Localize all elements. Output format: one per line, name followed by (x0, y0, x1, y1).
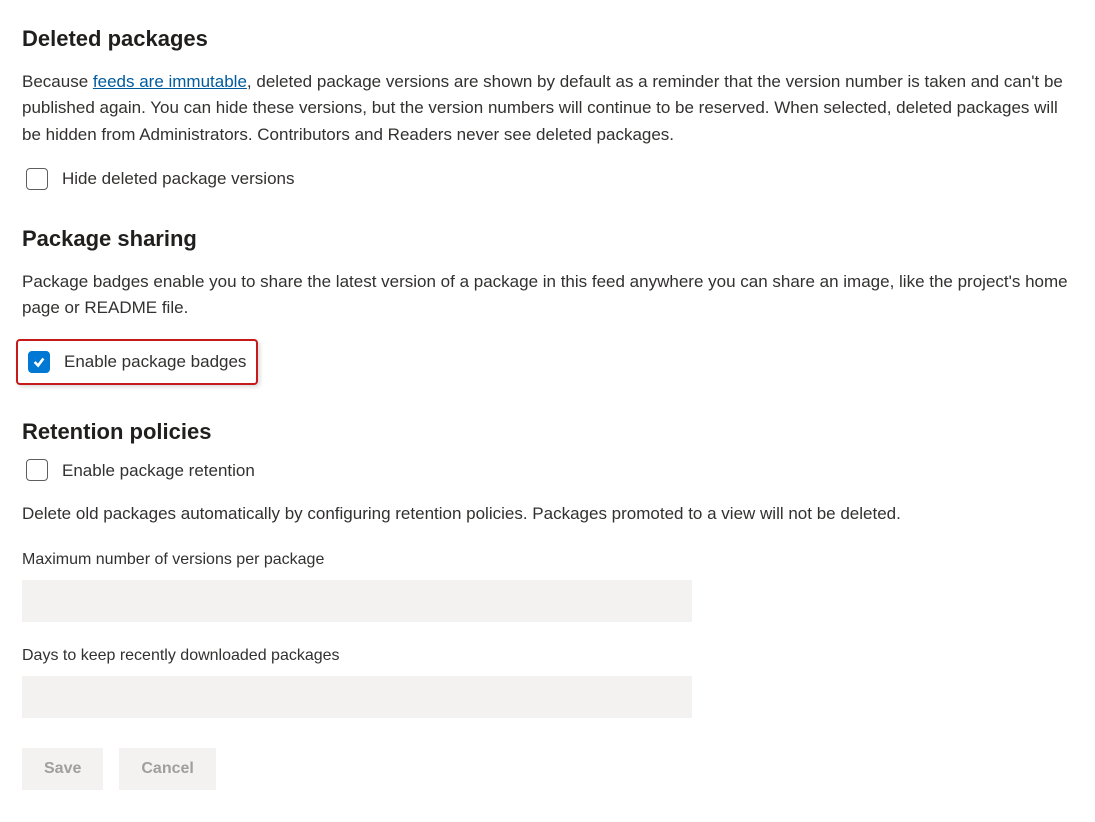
retention-policies-section: Retention policies Enable package retent… (22, 415, 1073, 790)
save-button[interactable]: Save (22, 748, 103, 790)
max-versions-label: Maximum number of versions per package (22, 548, 1073, 572)
days-keep-label: Days to keep recently downloaded package… (22, 644, 1073, 668)
hide-deleted-label: Hide deleted package versions (62, 166, 294, 192)
deleted-packages-description: Because feeds are immutable, deleted pac… (22, 69, 1073, 148)
enable-retention-label: Enable package retention (62, 458, 255, 484)
feeds-immutable-link[interactable]: feeds are immutable (93, 72, 247, 91)
hide-deleted-checkbox-row: Hide deleted package versions (26, 166, 1073, 192)
days-keep-input[interactable] (22, 676, 692, 718)
enable-retention-checkbox-row: Enable package retention (26, 458, 1073, 484)
hide-deleted-checkbox[interactable] (26, 168, 48, 190)
enable-badges-highlight: Enable package badges (16, 339, 258, 385)
package-sharing-heading: Package sharing (22, 222, 1073, 255)
package-sharing-description: Package badges enable you to share the l… (22, 269, 1073, 322)
retention-policies-heading: Retention policies (22, 415, 1073, 448)
package-sharing-section: Package sharing Package badges enable yo… (22, 222, 1073, 385)
checkmark-icon (32, 355, 46, 369)
enable-retention-checkbox[interactable] (26, 459, 48, 481)
desc-prefix: Because (22, 72, 93, 91)
max-versions-input[interactable] (22, 580, 692, 622)
enable-badges-label: Enable package badges (64, 349, 246, 375)
deleted-packages-section: Deleted packages Because feeds are immut… (22, 22, 1073, 192)
cancel-button[interactable]: Cancel (119, 748, 215, 790)
button-row: Save Cancel (22, 748, 1073, 790)
enable-badges-checkbox[interactable] (28, 351, 50, 373)
retention-description: Delete old packages automatically by con… (22, 501, 1073, 527)
deleted-packages-heading: Deleted packages (22, 22, 1073, 55)
